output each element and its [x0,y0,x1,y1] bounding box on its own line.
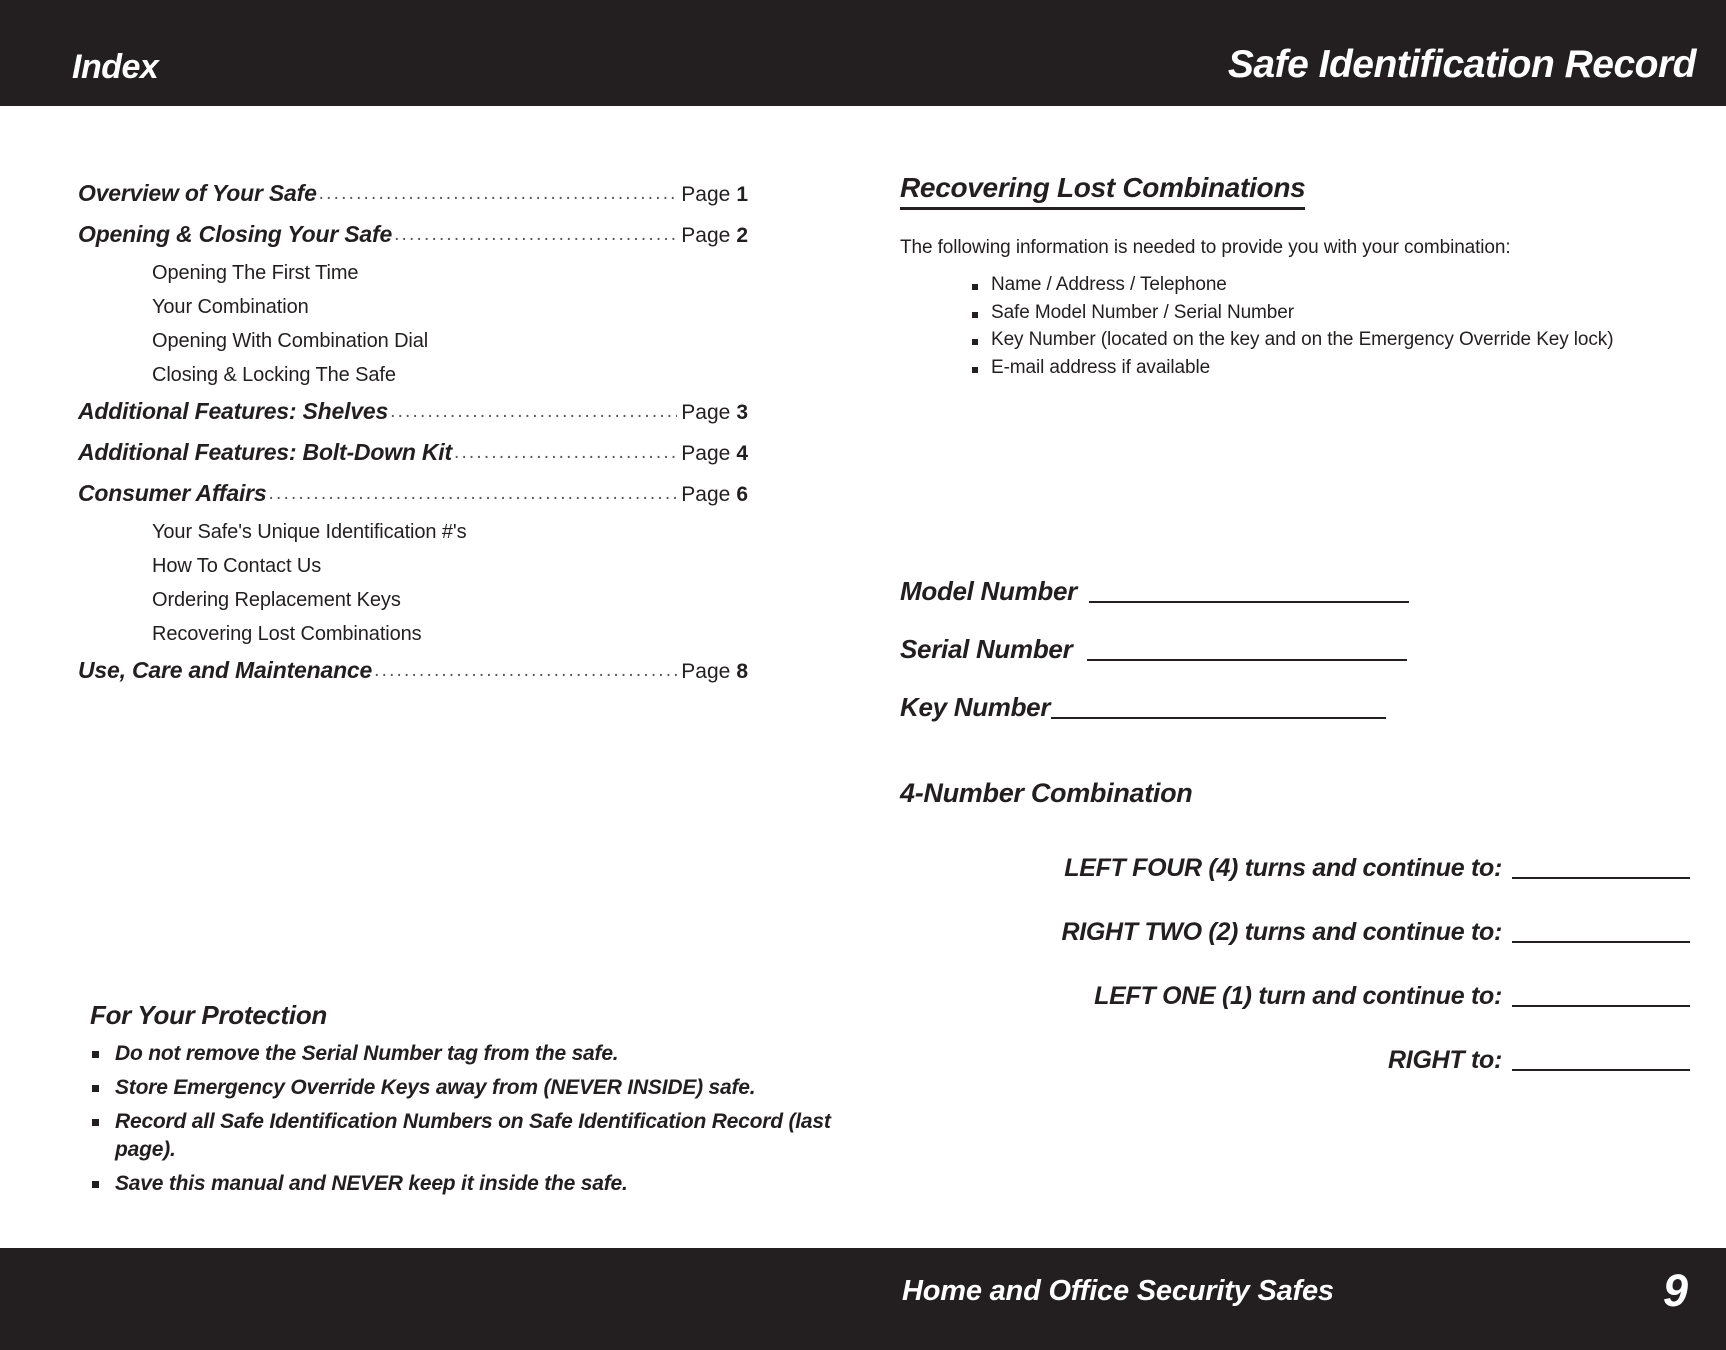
combination-step-write-in-line[interactable] [1512,1069,1690,1071]
recovering-list-item: Safe Model Number / Serial Number [970,302,1690,324]
toc-page-number: 4 [736,442,748,465]
toc-page-label: Page [681,183,731,206]
toc-entry[interactable]: Additional Features: Shelves ...........… [78,398,748,425]
safe-identification-fields: Model Number Serial Number Key Number [900,576,1600,750]
header-document-title: Safe Identification Record [1227,43,1697,86]
recovering-list-item: E-mail address if available [970,357,1690,379]
toc-page-number: 6 [736,483,748,506]
toc-page-label: Page [681,442,731,465]
recovering-intro-text: The following information is needed to p… [900,237,1511,258]
toc-page-number: 3 [736,401,748,424]
footer-brand-title: Home and Office Security Safes [902,1275,1334,1307]
toc-entry[interactable]: Overview of Your Safe ..................… [78,180,748,207]
toc-leader-dots: ........................................… [374,660,677,681]
protection-list-item: Record all Safe Identification Numbers o… [90,1108,850,1164]
toc-leader-dots: ........................................… [394,224,678,245]
toc-entry[interactable]: Opening & Closing Your Safe ............… [78,221,748,248]
combination-step-write-in-line[interactable] [1512,877,1690,879]
protection-list-item: Do not remove the Serial Number tag from… [90,1040,850,1068]
document-page: Index Safe Identification Record Overvie… [0,0,1726,1350]
toc-subentry: Ordering Replacement Keys [152,589,401,611]
toc-subentry: Your Combination [152,296,309,318]
toc-leader-dots: ........................................… [268,483,678,504]
combination-step-write-in-line[interactable] [1512,941,1690,943]
combination-step-row: RIGHT TWO (2) turns and continue to: [900,918,1690,947]
model-number-field-row: Model Number [900,576,1600,607]
combination-step-label: RIGHT TWO (2) turns and continue to: [1061,918,1502,946]
combination-step-label: LEFT FOUR (4) turns and continue to: [1064,854,1502,882]
toc-entry-title: Use, Care and Maintenance [78,657,373,683]
recovering-bullet-list: Name / Address / Telephone Safe Model Nu… [970,274,1690,379]
model-number-write-in-line[interactable] [1088,601,1409,603]
serial-number-label: Serial Number [900,634,1073,664]
toc-subentry: Your Safe's Unique Identification #'s [152,521,467,543]
toc-page-label: Page [681,401,731,424]
for-your-protection-section: For Your Protection Do not remove the Se… [90,1000,850,1204]
footer-page-number: 9 [1662,1265,1688,1316]
toc-page-number: 1 [736,183,748,206]
toc-entry[interactable]: Consumer Affairs .......................… [78,480,748,507]
key-number-label: Key Number [900,692,1051,722]
recovering-list-item: Key Number (located on the key and on th… [970,330,1690,351]
toc-leader-dots: ........................................… [390,401,677,422]
toc-entry-title: Opening & Closing Your Safe [78,221,393,247]
toc-leader-dots: ........................................… [453,442,677,463]
toc-entry[interactable]: Additional Features: Bolt-Down Kit .....… [78,439,748,466]
toc-group: Opening & Closing Your Safe ............… [78,221,758,387]
header-section-title: Index [72,48,159,86]
index-table-of-contents: Overview of Your Safe ..................… [78,180,758,696]
toc-entry-title: Consumer Affairs [78,480,267,506]
toc-entry-title: Overview of Your Safe [78,180,317,206]
toc-page-label: Page [681,660,731,683]
page-footer-bar [0,1248,1726,1350]
protection-list-item: Store Emergency Override Keys away from … [90,1074,850,1102]
toc-entry[interactable]: Use, Care and Maintenance ..............… [78,657,748,684]
toc-group: Overview of Your Safe ..................… [78,180,758,207]
four-number-combination-section: 4-Number Combination LEFT FOUR (4) turns… [900,778,1690,1110]
recovering-heading: Recovering Lost Combinations [900,172,1306,210]
toc-leader-dots: ........................................… [318,183,678,204]
combination-step-write-in-line[interactable] [1512,1005,1690,1007]
protection-heading: For Your Protection [90,1000,327,1030]
toc-group: Additional Features: Shelves ...........… [78,398,758,425]
model-number-label: Model Number [900,576,1077,606]
toc-entry-title: Additional Features: Bolt-Down Kit [78,439,452,465]
combination-step-row: RIGHT to: [900,1046,1690,1075]
toc-subentry: Opening The First Time [152,262,359,284]
combination-steps-list: LEFT FOUR (4) turns and continue to: RIG… [900,854,1690,1075]
combination-step-row: LEFT ONE (1) turn and continue to: [900,982,1690,1011]
toc-page-number: 8 [736,660,748,683]
combination-step-label: LEFT ONE (1) turn and continue to: [1094,982,1502,1010]
toc-page-label: Page [681,483,731,506]
toc-page-number: 2 [736,224,748,247]
toc-subentry: Recovering Lost Combinations [152,623,422,645]
toc-subentry: Opening With Combination Dial [152,330,429,352]
serial-number-field-row: Serial Number [900,634,1600,665]
toc-subentry: Closing & Locking The Safe [152,364,396,386]
combination-step-label: RIGHT to: [1388,1046,1502,1074]
toc-page-label: Page [681,224,731,247]
key-number-write-in-line[interactable] [1051,717,1387,719]
toc-group: Use, Care and Maintenance ..............… [78,657,758,684]
recovering-list-item: Name / Address / Telephone [970,274,1690,296]
protection-list-item: Save this manual and NEVER keep it insid… [90,1170,850,1198]
combination-heading: 4-Number Combination [900,778,1193,808]
serial-number-write-in-line[interactable] [1087,659,1408,661]
combination-step-row: LEFT FOUR (4) turns and continue to: [900,854,1690,883]
toc-entry-title: Additional Features: Shelves [78,398,389,424]
toc-subentry: How To Contact Us [152,555,322,577]
key-number-field-row: Key Number [900,692,1600,723]
recovering-lost-combinations-section: Recovering Lost Combinations The followi… [900,172,1690,385]
toc-group: Additional Features: Bolt-Down Kit .....… [78,439,758,466]
toc-group: Consumer Affairs .......................… [78,480,758,646]
